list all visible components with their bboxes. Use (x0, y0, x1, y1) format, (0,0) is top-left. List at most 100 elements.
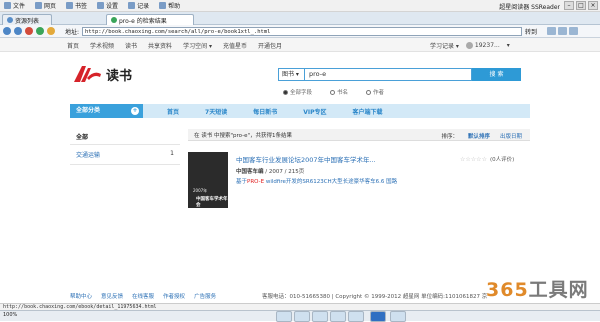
site-top-nav: 首页 学术视频 读书 共享资料 学习空间 ▾ 充值星币 开通包月 学习记录 ▾ … (0, 38, 600, 52)
sort-default[interactable]: 默认排序 (468, 132, 490, 140)
all-categories-button[interactable]: 全部分类 + (70, 104, 143, 118)
search-highlight: PRO-E (247, 179, 265, 185)
nav-books[interactable]: 读书 (125, 41, 137, 50)
cat-client-download[interactable]: 客户端下载 (353, 107, 383, 116)
bottom-toolbar: 100% (0, 310, 600, 322)
result-title[interactable]: 中国客车行业发展论坛2007年中国客车学术年... (236, 154, 376, 164)
search-button[interactable]: 搜 索 (472, 68, 521, 81)
toolbar-icon[interactable] (348, 311, 364, 322)
search-input[interactable]: pro-e (304, 68, 472, 81)
sidebar-heading: 全部 (70, 129, 180, 145)
tool-icon[interactable] (558, 27, 568, 35)
cat-new-books[interactable]: 每日新书 (253, 107, 277, 116)
refresh-icon[interactable] (36, 27, 44, 35)
star-icon[interactable]: ☆ (482, 156, 487, 163)
chaoxing-logo-icon (72, 64, 102, 84)
plus-icon: + (131, 107, 139, 115)
go-button[interactable]: 转到 (525, 27, 537, 36)
footer-ads[interactable]: 广告服务 (194, 292, 216, 300)
footer-online-service[interactable]: 在线客服 (132, 292, 154, 300)
tab-resource-list[interactable]: 资源列表 (2, 14, 52, 25)
result-description[interactable]: 基于PRO-E wildfire开发的SR6123CH大型长途豪华客车6.6 国… (236, 177, 397, 185)
rating: ☆ ☆ ☆ ☆ ☆ (0人评价) (460, 155, 515, 164)
page-icon (111, 17, 117, 23)
toolbar-icon[interactable] (312, 311, 328, 322)
toolbar-icon[interactable] (330, 311, 346, 322)
footer-author-auth[interactable]: 作者授权 (163, 292, 185, 300)
address-label: 地址: (65, 28, 80, 36)
user-name[interactable]: 19237... (475, 42, 500, 49)
window-controls: – □ × (562, 1, 598, 10)
app-title: 超星阅读器 SSReader (499, 4, 560, 11)
menu-bookmarks[interactable]: 书签 (66, 1, 87, 10)
nav-video[interactable]: 学术视频 (90, 41, 114, 50)
user-menu-toggle[interactable]: ▾ (507, 42, 510, 49)
help-icon (159, 2, 167, 9)
category-bar: 全部分类 + 首页 7天短读 每日新书 VIP专区 客户端下载 (70, 104, 530, 118)
search-box: 图书 ▾ pro-e 搜 索 (278, 68, 521, 81)
learning-record-link[interactable]: 学习记录 ▾ (430, 41, 459, 50)
tool-icon[interactable] (569, 27, 579, 35)
webpage-icon (35, 2, 43, 9)
tab-search-results[interactable]: pro-e 的检索结果 (106, 14, 194, 25)
url-input[interactable]: http://book.chaoxing.com/search/all/pro-… (82, 26, 523, 36)
back-icon[interactable] (3, 27, 11, 35)
radio-title[interactable]: 书名 (330, 88, 348, 96)
footer-links: 帮助中心 意见反馈 在线客服 作者授权 广告服务 (70, 292, 225, 300)
nav-recharge[interactable]: 充值星币 (223, 41, 247, 50)
search-scope: 全部字段 书名 作者 (283, 88, 402, 96)
cat-vip[interactable]: VIP专区 (303, 107, 326, 116)
cat-home[interactable]: 首页 (167, 107, 179, 116)
toolbar-icon[interactable] (294, 311, 310, 322)
zoom-level[interactable]: 100% (3, 312, 17, 318)
forward-icon[interactable] (14, 27, 22, 35)
toolbar-icon[interactable] (390, 311, 406, 322)
radio-author[interactable]: 作者 (366, 88, 384, 96)
menu-webpage[interactable]: 网页 (35, 1, 56, 10)
nav-shared[interactable]: 共享资料 (148, 41, 172, 50)
user-icon[interactable] (465, 42, 473, 49)
toolbar-icon[interactable] (276, 311, 292, 322)
footer-copyright: 客服电话：010-51665380 | Copyright © 1999-201… (262, 294, 488, 300)
sort-controls: 排序： 默认排序 出版日期 (431, 132, 522, 140)
site-logo[interactable]: 读书 (72, 64, 132, 84)
settings-icon (97, 2, 105, 9)
close-button[interactable]: × (588, 1, 598, 10)
result-meta: 中国客车编 / 2007 / 215页 (236, 167, 304, 175)
tab-bar: 资源列表 pro-e 的检索结果 (0, 12, 600, 25)
rating-count: (0人评价) (489, 157, 515, 163)
result-author[interactable]: 中国客车编 (236, 169, 264, 175)
menu-settings[interactable]: 设置 (97, 1, 118, 10)
search-category-select[interactable]: 图书 ▾ (278, 68, 304, 81)
results-header: 在 读书 中搜索"pro-e"，共获得1条结果 排序： 默认排序 出版日期 (188, 129, 530, 141)
home-icon[interactable] (47, 27, 55, 35)
footer-feedback[interactable]: 意见反馈 (101, 292, 123, 300)
category-sidebar: 全部 交通运输 1 (70, 129, 180, 165)
book-cover[interactable]: 2007年 中国客车学术年会 (188, 152, 228, 208)
nav-monthly[interactable]: 开通包月 (258, 41, 282, 50)
radio-all-fields[interactable]: 全部字段 (283, 88, 312, 96)
footer-help[interactable]: 帮助中心 (70, 292, 92, 300)
maximize-button[interactable]: □ (576, 1, 586, 10)
list-icon (7, 17, 13, 23)
menu-history[interactable]: 记录 (128, 1, 149, 10)
sidebar-item-transport[interactable]: 交通运输 1 (70, 145, 180, 165)
help-icon[interactable] (370, 311, 386, 322)
nav-space[interactable]: 学习空间 ▾ (183, 41, 212, 50)
menu-bar: 文件 网页 书签 设置 记录 帮助 超星阅读器 SSReader – □ × (0, 0, 600, 12)
menu-help[interactable]: 帮助 (159, 1, 180, 10)
cat-7day[interactable]: 7天短读 (205, 107, 227, 116)
tool-icon[interactable] (547, 27, 557, 35)
history-icon (128, 2, 136, 9)
nav-home[interactable]: 首页 (67, 41, 79, 50)
result-item: 2007年 中国客车学术年会 中国客车行业发展论坛2007年中国客车学术年...… (188, 150, 530, 210)
status-bar: http://book.chaoxing.com/ebook/detail_11… (0, 303, 600, 310)
bookmark-icon (66, 2, 74, 9)
logo-text: 读书 (106, 68, 133, 84)
stop-icon[interactable] (25, 27, 33, 35)
minimize-button[interactable]: – (564, 1, 574, 10)
menu-file[interactable]: 文件 (4, 1, 25, 10)
watermark: 365工具网 (486, 279, 589, 301)
address-tools (545, 27, 579, 35)
sort-date[interactable]: 出版日期 (500, 132, 522, 140)
